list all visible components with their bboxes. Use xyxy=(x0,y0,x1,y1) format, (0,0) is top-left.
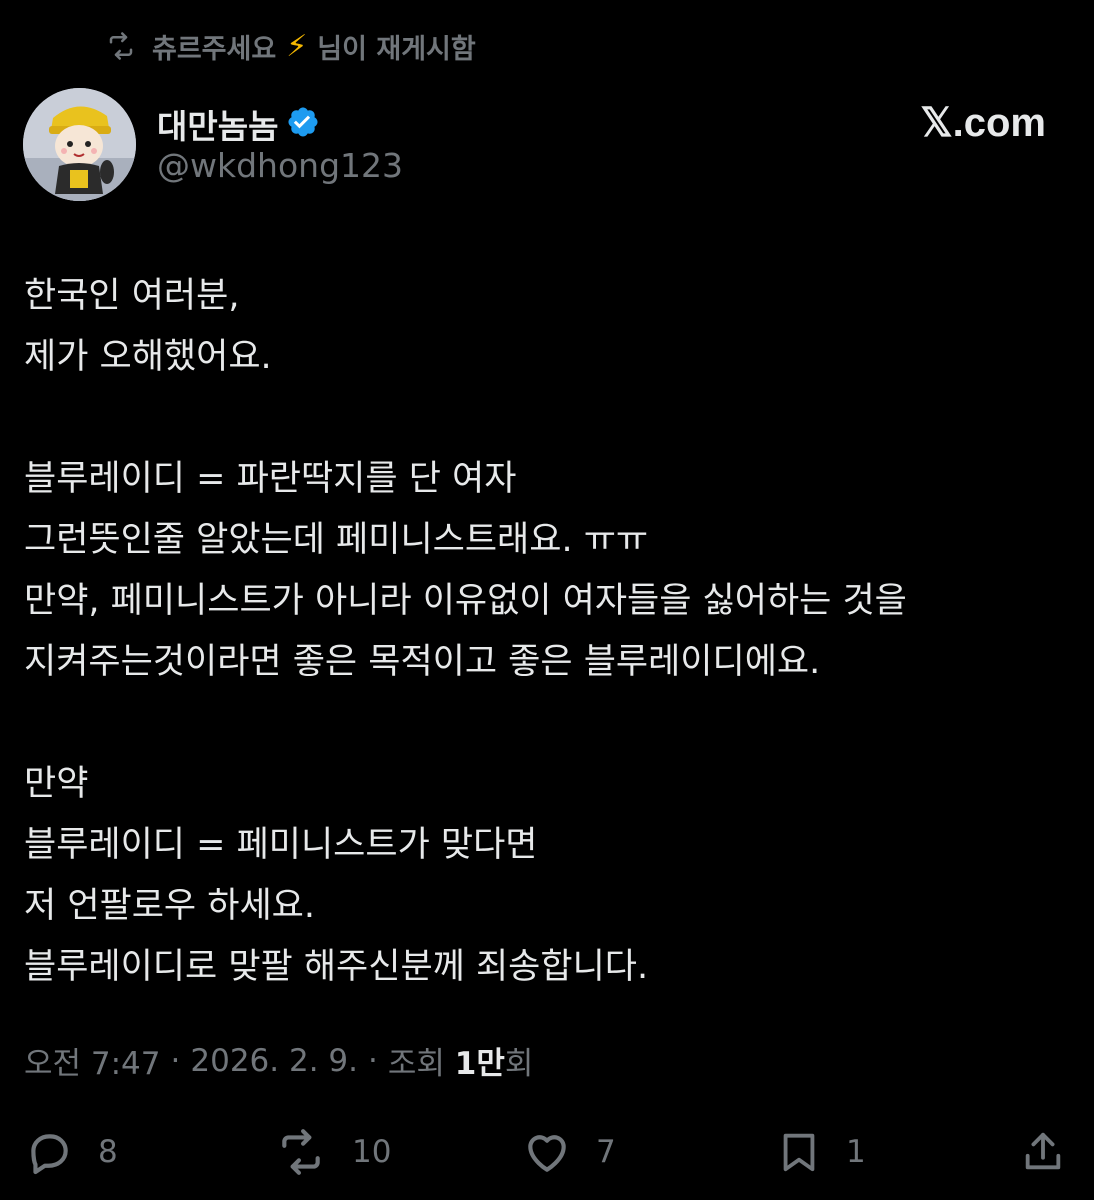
bookmark-button[interactable]: 1 xyxy=(776,1124,866,1180)
repost-count: 10 xyxy=(352,1134,392,1170)
views: 조회 1만회 xyxy=(388,1038,534,1083)
share-icon xyxy=(1020,1127,1066,1177)
avatar[interactable] xyxy=(23,88,136,201)
like-count: 7 xyxy=(596,1134,616,1170)
reply-count: 8 xyxy=(98,1134,118,1170)
tweet-time[interactable]: 오전 7:47 xyxy=(24,1038,161,1083)
x-logo[interactable]: 𝕏.com xyxy=(920,100,1046,146)
tweet-line: 만약, 페미니스트가 아니라 이유없이 여자들을 싫어하는 것을 xyxy=(24,581,907,621)
share-button[interactable] xyxy=(1020,1124,1066,1180)
heart-icon xyxy=(522,1127,572,1177)
tweet-line: 블루레이디로 맞팔 해주신분께 죄송합니다. xyxy=(24,947,649,987)
retweet-suffix: 님이 재게시함 xyxy=(317,33,476,65)
retweet-user[interactable]: 츄르주세요 xyxy=(152,27,276,66)
retweet-indicator: 츄르주세요 ⚡ 님이 재게시함 xyxy=(104,26,476,66)
repost-button[interactable]: 10 xyxy=(274,1124,391,1180)
author-name-row[interactable]: 대만놈놈 xyxy=(157,100,320,148)
tweet-line: 저 언팔로우 하세요. xyxy=(24,886,315,926)
views-count: 1만 xyxy=(454,1046,505,1082)
tweet-date[interactable]: 2026. 2. 9. xyxy=(190,1043,358,1079)
author-handle[interactable]: @wkdhong123 xyxy=(157,146,403,185)
separator-dot: · xyxy=(170,1042,181,1079)
tweet-meta: 오전 7:47 · 2026. 2. 9. · 조회 1만회 xyxy=(24,1038,533,1083)
tweet-line: 제가 오해했어요. xyxy=(24,337,272,377)
tweet-line: 만약 xyxy=(24,764,89,804)
tweet-line: 블루레이디 = 파란딱지를 단 여자 xyxy=(24,459,517,499)
tweet-line: 그런뜻인줄 알았는데 페미니스트래요. ㅠㅠ xyxy=(24,520,649,560)
tweet-line: 지켜주는것이라면 좋은 목적이고 좋은 블루레이디에요. xyxy=(24,642,821,682)
verified-badge-icon xyxy=(286,105,320,143)
separator-dot: · xyxy=(367,1042,378,1079)
retweet-label[interactable]: 츄르주세요 ⚡ 님이 재게시함 xyxy=(152,27,476,66)
like-button[interactable]: 7 xyxy=(522,1124,616,1180)
bookmark-icon xyxy=(776,1127,822,1177)
reply-button[interactable]: 8 xyxy=(24,1124,118,1180)
reply-icon xyxy=(24,1127,74,1177)
tweet-line: 한국인 여러분, xyxy=(24,276,240,316)
action-bar: 8 10 7 1 xyxy=(24,1124,1070,1180)
author-name[interactable]: 대만놈놈 xyxy=(157,100,278,148)
repost-icon xyxy=(274,1127,328,1177)
lightning-icon: ⚡ xyxy=(286,28,308,64)
bookmark-count: 1 xyxy=(846,1134,866,1170)
tweet-text: 한국인 여러분, 제가 오해했어요. 블루레이디 = 파란딱지를 단 여자 그런… xyxy=(24,266,1064,998)
repost-icon xyxy=(104,31,138,61)
views-prefix: 조회 xyxy=(387,1046,445,1082)
tweet-line: 블루레이디 = 페미니스트가 맞다면 xyxy=(24,825,538,865)
views-suffix: 회 xyxy=(504,1046,534,1082)
